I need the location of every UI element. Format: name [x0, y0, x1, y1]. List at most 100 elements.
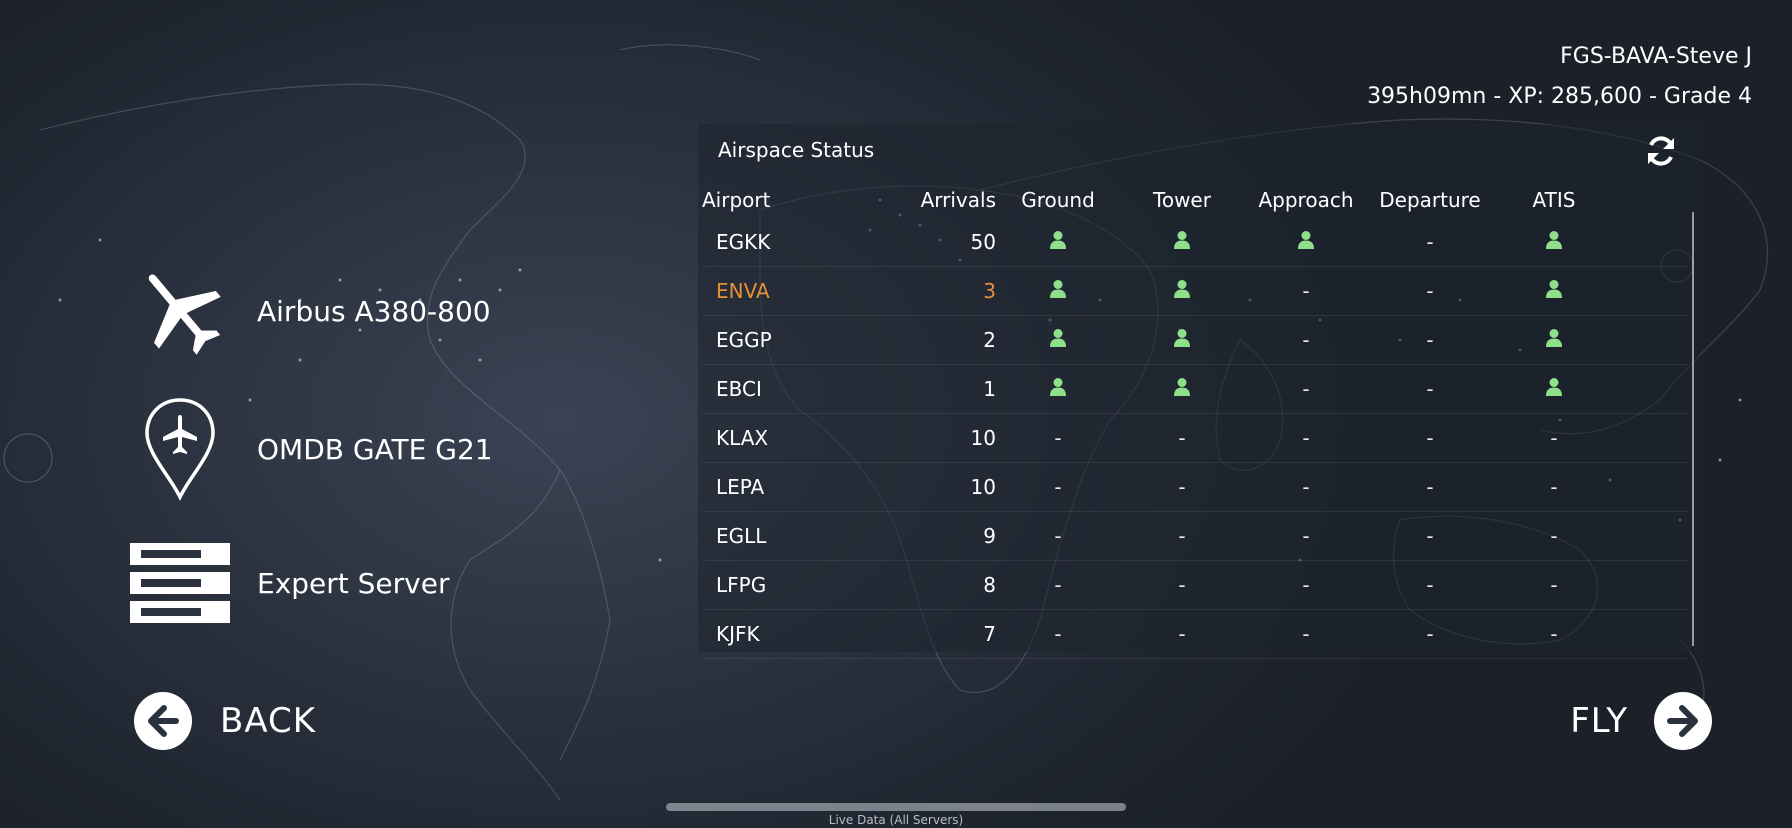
airport-code: LFPG	[702, 560, 896, 610]
table-row[interactable]: EGGP 2 - -	[702, 315, 1688, 365]
departure-empty: -	[1368, 511, 1492, 561]
approach-empty: -	[1244, 315, 1368, 365]
col-arrivals: Arrivals	[920, 188, 996, 212]
server-selector[interactable]: Expert Server	[125, 528, 449, 638]
tower-empty: -	[1120, 609, 1244, 659]
approach-empty: -	[1244, 609, 1368, 659]
back-button[interactable]: BACK	[134, 692, 316, 750]
airport-code: ENVA	[702, 266, 896, 316]
table-row[interactable]: EGKK 50 -	[702, 218, 1688, 267]
col-ground: Ground	[1021, 188, 1095, 212]
approach-empty: -	[1244, 560, 1368, 610]
tower-empty: -	[1120, 560, 1244, 610]
approach-empty: -	[1244, 511, 1368, 561]
tower-empty: -	[1120, 462, 1244, 512]
airport-code: KJFK	[702, 609, 896, 659]
ground-empty: -	[996, 462, 1120, 512]
atis-empty: -	[1492, 609, 1616, 659]
approach-controller-icon	[1244, 218, 1368, 267]
table-row[interactable]: LFPG 8- - - - -	[702, 560, 1688, 610]
map-pin-airplane-icon	[125, 394, 235, 504]
table-scrollbar[interactable]	[1692, 212, 1694, 646]
user-name: FGS-BAVA-Steve J	[1560, 44, 1752, 69]
fly-label: FLY	[1570, 701, 1628, 741]
table-row[interactable]: EGLL 9- - - - -	[702, 511, 1688, 561]
col-departure: Departure	[1379, 188, 1481, 212]
arrivals-count: 3	[896, 266, 996, 316]
approach-empty: -	[1244, 462, 1368, 512]
table-row[interactable]: KJFK 7- - - - -	[702, 609, 1688, 659]
refresh-icon[interactable]	[1644, 134, 1678, 168]
arrivals-count: 10	[896, 413, 996, 463]
departure-empty: -	[1368, 218, 1492, 267]
col-approach: Approach	[1258, 188, 1354, 212]
departure-empty: -	[1368, 266, 1492, 316]
live-data-label: Live Data (All Servers)	[828, 813, 964, 827]
table-row[interactable]: EBCI 1 - -	[702, 364, 1688, 414]
table-row[interactable]: KLAX 10- - - - -	[702, 413, 1688, 463]
tower-controller-icon	[1120, 266, 1244, 316]
atis-empty: -	[1492, 511, 1616, 561]
airport-code: EGKK	[702, 218, 896, 267]
ground-empty: -	[996, 560, 1120, 610]
atis-controller-icon	[1492, 266, 1616, 316]
arrivals-count: 9	[896, 511, 996, 561]
airport-code: KLAX	[702, 413, 896, 463]
aircraft-label: Airbus A380-800	[257, 294, 491, 328]
departure-empty: -	[1368, 609, 1492, 659]
atis-controller-icon	[1492, 218, 1616, 267]
departure-empty: -	[1368, 462, 1492, 512]
tower-controller-icon	[1120, 218, 1244, 267]
table-row[interactable]: LEPA 10- - - - -	[702, 462, 1688, 512]
table-row[interactable]: ENVA 3 - -	[702, 266, 1688, 316]
airspace-status-panel: Airspace Status Airport Arrivals Ground …	[698, 124, 1698, 659]
arrivals-count: 1	[896, 364, 996, 414]
col-tower: Tower	[1153, 188, 1211, 212]
arrivals-count: 50	[896, 218, 996, 267]
ground-empty: -	[996, 413, 1120, 463]
server-label: Expert Server	[257, 566, 450, 600]
tower-controller-icon	[1120, 315, 1244, 365]
airspace-table: Airport Arrivals Ground Tower Approach D…	[702, 182, 1688, 659]
atis-controller-icon	[1492, 364, 1616, 414]
airplane-icon	[125, 256, 235, 366]
approach-empty: -	[1244, 413, 1368, 463]
arrivals-count: 10	[896, 462, 996, 512]
approach-empty: -	[1244, 364, 1368, 414]
atis-empty: -	[1492, 560, 1616, 610]
col-airport: Airport	[702, 188, 771, 212]
location-selector[interactable]: OMDB GATE G21	[125, 394, 493, 504]
airport-code: EBCI	[702, 364, 896, 414]
fly-button[interactable]: FLY	[1570, 692, 1712, 750]
col-atis: ATIS	[1532, 188, 1576, 212]
atis-controller-icon	[1492, 315, 1616, 365]
ground-controller-icon	[996, 218, 1120, 267]
ground-controller-icon	[996, 315, 1120, 365]
server-stack-icon	[125, 528, 235, 638]
arrow-left-circle-icon	[134, 692, 192, 750]
tower-empty: -	[1120, 511, 1244, 561]
ground-empty: -	[996, 609, 1120, 659]
panel-title: Airspace Status	[718, 138, 875, 162]
ground-controller-icon	[996, 364, 1120, 414]
user-stats: 395h09mn - XP: 285,600 - Grade 4	[1367, 84, 1752, 109]
table-header-row: Airport Arrivals Ground Tower Approach D…	[702, 182, 1688, 218]
departure-empty: -	[1368, 315, 1492, 365]
departure-empty: -	[1368, 364, 1492, 414]
tower-empty: -	[1120, 413, 1244, 463]
horizontal-scrollbar[interactable]	[666, 803, 1126, 811]
airport-code: LEPA	[702, 462, 896, 512]
arrivals-count: 8	[896, 560, 996, 610]
approach-empty: -	[1244, 266, 1368, 316]
tower-controller-icon	[1120, 364, 1244, 414]
ground-empty: -	[996, 511, 1120, 561]
departure-empty: -	[1368, 413, 1492, 463]
airport-code: EGLL	[702, 511, 896, 561]
arrivals-count: 7	[896, 609, 996, 659]
departure-empty: -	[1368, 560, 1492, 610]
atis-empty: -	[1492, 413, 1616, 463]
arrivals-count: 2	[896, 315, 996, 365]
aircraft-selector[interactable]: Airbus A380-800	[125, 256, 491, 366]
atis-empty: -	[1492, 462, 1616, 512]
back-label: BACK	[220, 701, 317, 741]
